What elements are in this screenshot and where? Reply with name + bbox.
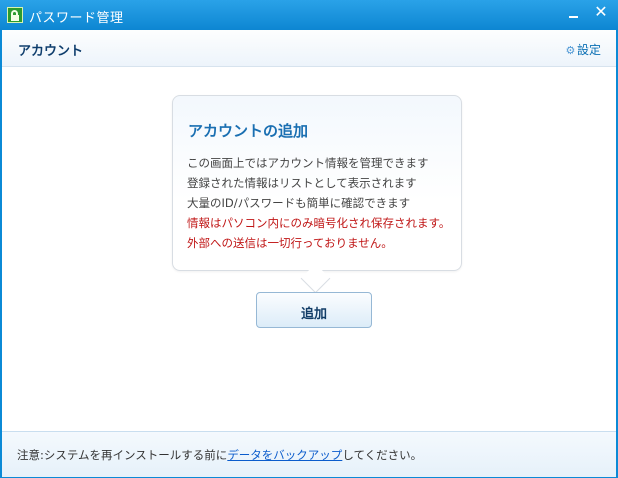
close-button[interactable]: ✕ xyxy=(590,4,612,22)
content-area: アカウントの追加 この画面上ではアカウント情報を管理できます 登録された情報はリ… xyxy=(2,67,616,431)
add-account-button[interactable]: 追加 xyxy=(256,292,372,328)
popup-warning-line: 情報はパソコン内にのみ暗号化され保存されます。 xyxy=(187,216,451,230)
settings-label: 設定 xyxy=(576,43,601,57)
popup-title: アカウントの追加 xyxy=(188,122,309,140)
add-account-info-popup: アカウントの追加 この画面上ではアカウント情報を管理できます 登録された情報はリ… xyxy=(172,95,462,271)
popup-line: 大量のID/パスワードも簡単に確認できます xyxy=(187,196,411,210)
backup-note-suffix: してください。 xyxy=(342,448,423,462)
page-title: アカウント xyxy=(18,44,84,59)
lock-icon xyxy=(7,7,23,23)
backup-link[interactable]: データをバックアップ xyxy=(227,448,342,462)
account-header: アカウント ⚙ 設定 xyxy=(2,30,616,67)
popup-line: この画面上ではアカウント情報を管理できます xyxy=(187,156,429,170)
backup-note-prefix: 注意:システムを再インストールする前に xyxy=(17,448,228,462)
footer: 注意:システムを再インストールする前にデータをバックアップしてください。 xyxy=(2,431,616,477)
popup-warning-line: 外部への送信は一切行っておりません。 xyxy=(187,236,393,250)
gear-icon: ⚙ xyxy=(565,44,576,57)
close-icon: ✕ xyxy=(594,2,608,21)
window-title: パスワード管理 xyxy=(29,11,124,26)
add-button-label: 追加 xyxy=(300,307,327,322)
popup-line: 登録された情報はリストとして表示されます xyxy=(187,176,417,190)
main-panel: アカウント ⚙ 設定 アカウントの追加 この画面上ではアカウント情報を管理できます… xyxy=(2,30,616,477)
minimize-button[interactable] xyxy=(563,4,585,22)
title-bar[interactable]: パスワード管理 ✕ xyxy=(0,0,618,30)
app-window: パスワード管理 ✕ アカウント ⚙ 設定 アカウントの追加 この画面上ではアカウン… xyxy=(0,0,618,478)
settings-button[interactable]: ⚙ 設定 xyxy=(565,41,601,58)
backup-note: 注意:システムを再インストールする前にデータをバックアップしてください。 xyxy=(17,447,422,463)
